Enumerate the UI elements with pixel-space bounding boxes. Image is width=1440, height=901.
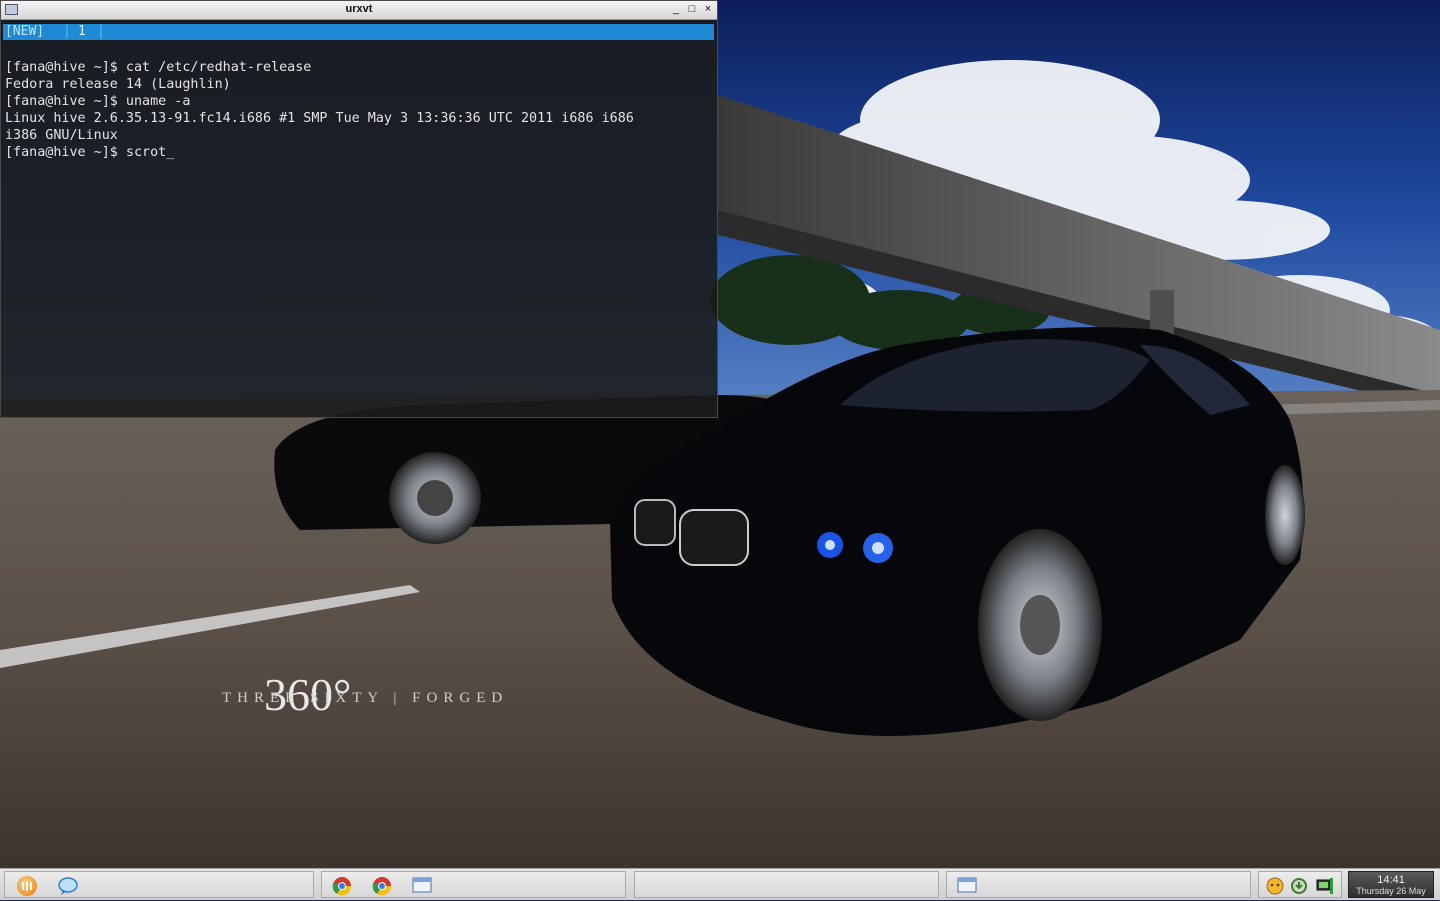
brand-logo-text: THREE SIXTY | FORGED xyxy=(222,690,509,706)
update-tray-button[interactable] xyxy=(1289,876,1311,896)
terminal-prompt-line[interactable]: [fana@hive ~]$ scrot_ xyxy=(5,144,713,161)
system-tray xyxy=(1258,871,1342,898)
terminal-line: Linux hive 2.6.35.13-91.fc14.i686 #1 SMP… xyxy=(5,111,634,126)
window-icon xyxy=(412,877,432,893)
terminal-line: i386 GNU/Linux xyxy=(5,128,118,143)
task-button-window[interactable] xyxy=(412,876,434,896)
update-tray-icon xyxy=(1291,878,1307,894)
window-controls: _ □ × xyxy=(671,2,713,16)
network-tray-button[interactable] xyxy=(1315,876,1337,896)
messenger-tray-icon xyxy=(1266,877,1284,895)
network-tray-icon xyxy=(1316,878,1333,894)
menu-icon xyxy=(17,876,37,896)
chrome-icon xyxy=(332,877,352,896)
terminal-line: [fana@hive ~]$ uname -a xyxy=(5,94,191,109)
close-button[interactable]: × xyxy=(703,2,713,16)
terminal-line: [fana@hive ~]$ cat /etc/redhat-release xyxy=(5,60,312,75)
window-titlebar[interactable]: urxvt _ □ × xyxy=(1,1,717,20)
tab-separator: | xyxy=(63,24,71,39)
messenger-launcher-button[interactable] xyxy=(57,876,79,896)
messenger-tray-button[interactable] xyxy=(1265,876,1287,896)
active-window-panel xyxy=(946,871,1251,898)
taskbar: 14:41 Thursday 26 May xyxy=(0,868,1440,900)
task-list-empty xyxy=(634,871,939,898)
task-list xyxy=(321,871,626,898)
task-button-chrome-1[interactable] xyxy=(332,876,354,896)
clock-time: 14:41 xyxy=(1377,874,1405,886)
menu-button[interactable] xyxy=(17,876,39,896)
terminal-line: Fedora release 14 (Laughlin) xyxy=(5,77,231,92)
chrome-icon xyxy=(372,877,392,896)
active-window-button[interactable] xyxy=(957,876,979,896)
tab-1[interactable]: 1 xyxy=(78,24,86,39)
terminal-window[interactable]: urxvt _ □ × [NEW] | 1 | [fana@hive ~]$ c… xyxy=(0,0,718,418)
terminal-output[interactable]: [fana@hive ~]$ cat /etc/redhat-release Fe… xyxy=(1,40,717,197)
tab-new[interactable]: [NEW] xyxy=(5,24,44,39)
task-button-chrome-2[interactable] xyxy=(372,876,394,896)
clock[interactable]: 14:41 Thursday 26 May xyxy=(1348,871,1434,898)
window-title: urxvt xyxy=(345,3,373,15)
maximize-button[interactable]: □ xyxy=(687,2,697,16)
terminal-tab-bar: [NEW] | 1 | xyxy=(3,24,714,40)
chat-bubble-icon xyxy=(57,876,79,901)
clock-date: Thursday 26 May xyxy=(1356,886,1426,896)
minimize-button[interactable]: _ xyxy=(671,2,681,16)
launcher-panel xyxy=(4,871,314,898)
tab-separator: | xyxy=(97,24,105,39)
window-icon xyxy=(957,877,977,893)
